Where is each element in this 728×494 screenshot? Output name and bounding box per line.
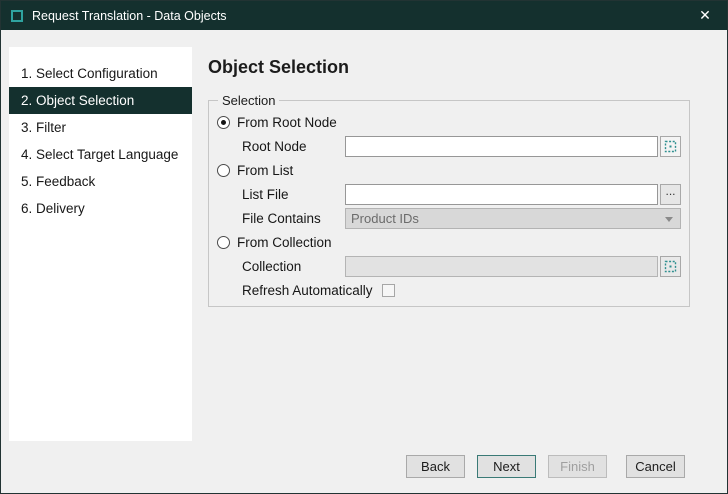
refresh-automatically-checkbox[interactable]	[382, 284, 395, 297]
selection-group-title: Selection	[218, 93, 279, 108]
collection-input[interactable]	[345, 256, 658, 277]
sidebar-item-select-configuration[interactable]: 1. Select Configuration	[9, 60, 192, 87]
from-root-node-label[interactable]: From Root Node	[237, 115, 337, 130]
root-node-input[interactable]	[345, 136, 658, 157]
wizard-steps-sidebar: 1. Select Configuration 2. Object Select…	[9, 47, 192, 441]
titlebar: Request Translation - Data Objects ✕	[1, 1, 727, 30]
grid-select-icon	[664, 260, 677, 273]
sidebar-item-delivery[interactable]: 6. Delivery	[9, 195, 192, 222]
from-collection-radio[interactable]	[217, 236, 230, 249]
root-node-label: Root Node	[242, 139, 345, 154]
cancel-button[interactable]: Cancel	[626, 455, 685, 478]
dialog-request-translation: Request Translation - Data Objects ✕ 1. …	[0, 0, 728, 494]
refresh-automatically-label: Refresh Automatically	[242, 283, 373, 298]
close-icon: ✕	[699, 7, 711, 24]
list-file-label: List File	[242, 187, 345, 202]
root-node-picker-button[interactable]	[660, 136, 681, 157]
file-contains-dropdown[interactable]: Product IDs	[345, 208, 681, 229]
file-contains-label: File Contains	[242, 211, 345, 226]
sidebar-item-select-target-language[interactable]: 4. Select Target Language	[9, 141, 192, 168]
collection-picker-button[interactable]	[660, 256, 681, 277]
dialog-footer: Back Next Finish Cancel	[406, 455, 685, 478]
from-root-node-radio[interactable]	[217, 116, 230, 129]
sidebar-item-object-selection[interactable]: 2. Object Selection	[9, 87, 192, 114]
from-list-label[interactable]: From List	[237, 163, 293, 178]
list-file-browse-button[interactable]: ...	[660, 184, 681, 205]
collection-label: Collection	[242, 259, 345, 274]
sidebar-item-filter[interactable]: 3. Filter	[9, 114, 192, 141]
window-title: Request Translation - Data Objects	[32, 9, 227, 23]
selection-groupbox: Selection From Root Node Root Node From …	[208, 93, 690, 307]
file-contains-value: Product IDs	[351, 211, 419, 226]
from-list-radio[interactable]	[217, 164, 230, 177]
finish-button: Finish	[548, 455, 607, 478]
close-button[interactable]: ✕	[683, 1, 727, 30]
from-collection-label[interactable]: From Collection	[237, 235, 332, 250]
back-button[interactable]: Back	[406, 455, 465, 478]
list-file-input[interactable]	[345, 184, 658, 205]
next-button[interactable]: Next	[477, 455, 536, 478]
sidebar-item-feedback[interactable]: 5. Feedback	[9, 168, 192, 195]
chevron-down-icon	[665, 217, 673, 222]
app-icon	[11, 10, 23, 22]
page-title: Object Selection	[208, 57, 349, 78]
grid-select-icon	[664, 140, 677, 153]
